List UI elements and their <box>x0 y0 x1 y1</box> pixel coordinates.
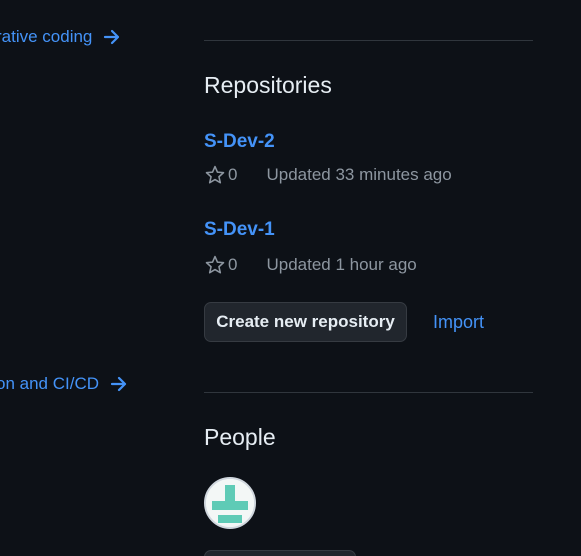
section-divider <box>204 392 533 393</box>
left-link-label: on and CI/CD <box>0 374 99 393</box>
repo-link-s-dev-1[interactable]: S-Dev-1 <box>204 219 275 241</box>
repo-meta: 0 Updated 33 minutes ago <box>204 164 452 186</box>
repo-updated-time: Updated 1 hour ago <box>266 255 417 274</box>
repo-star-count[interactable]: 0 <box>204 164 237 186</box>
arrow-right-icon <box>104 29 120 45</box>
star-count: 0 <box>228 165 238 184</box>
partial-button-edge[interactable] <box>204 550 356 556</box>
star-count: 0 <box>228 255 238 274</box>
create-new-repository-button[interactable]: Create new repository <box>204 302 407 342</box>
repo-star-count[interactable]: 0 <box>204 254 237 276</box>
page: rative coding on and CI/CD Repositories … <box>0 0 581 556</box>
repo-updated-time: Updated 33 minutes ago <box>266 165 452 184</box>
repo-link-s-dev-2[interactable]: S-Dev-2 <box>204 131 275 153</box>
star-icon <box>205 165 225 184</box>
repo-meta: 0 Updated 1 hour ago <box>204 254 417 276</box>
people-heading: People <box>204 424 276 450</box>
left-link-label: rative coding <box>0 27 93 46</box>
repositories-heading: Repositories <box>204 72 332 98</box>
star-icon <box>205 255 225 274</box>
left-link-cicd[interactable]: on and CI/CD <box>0 374 129 394</box>
section-divider <box>204 40 533 41</box>
member-avatar[interactable] <box>204 477 256 529</box>
arrow-right-icon <box>110 376 127 392</box>
import-repository-link[interactable]: Import <box>433 312 484 333</box>
identicon-avatar-image <box>206 479 254 527</box>
left-link-coding[interactable]: rative coding <box>0 27 122 47</box>
